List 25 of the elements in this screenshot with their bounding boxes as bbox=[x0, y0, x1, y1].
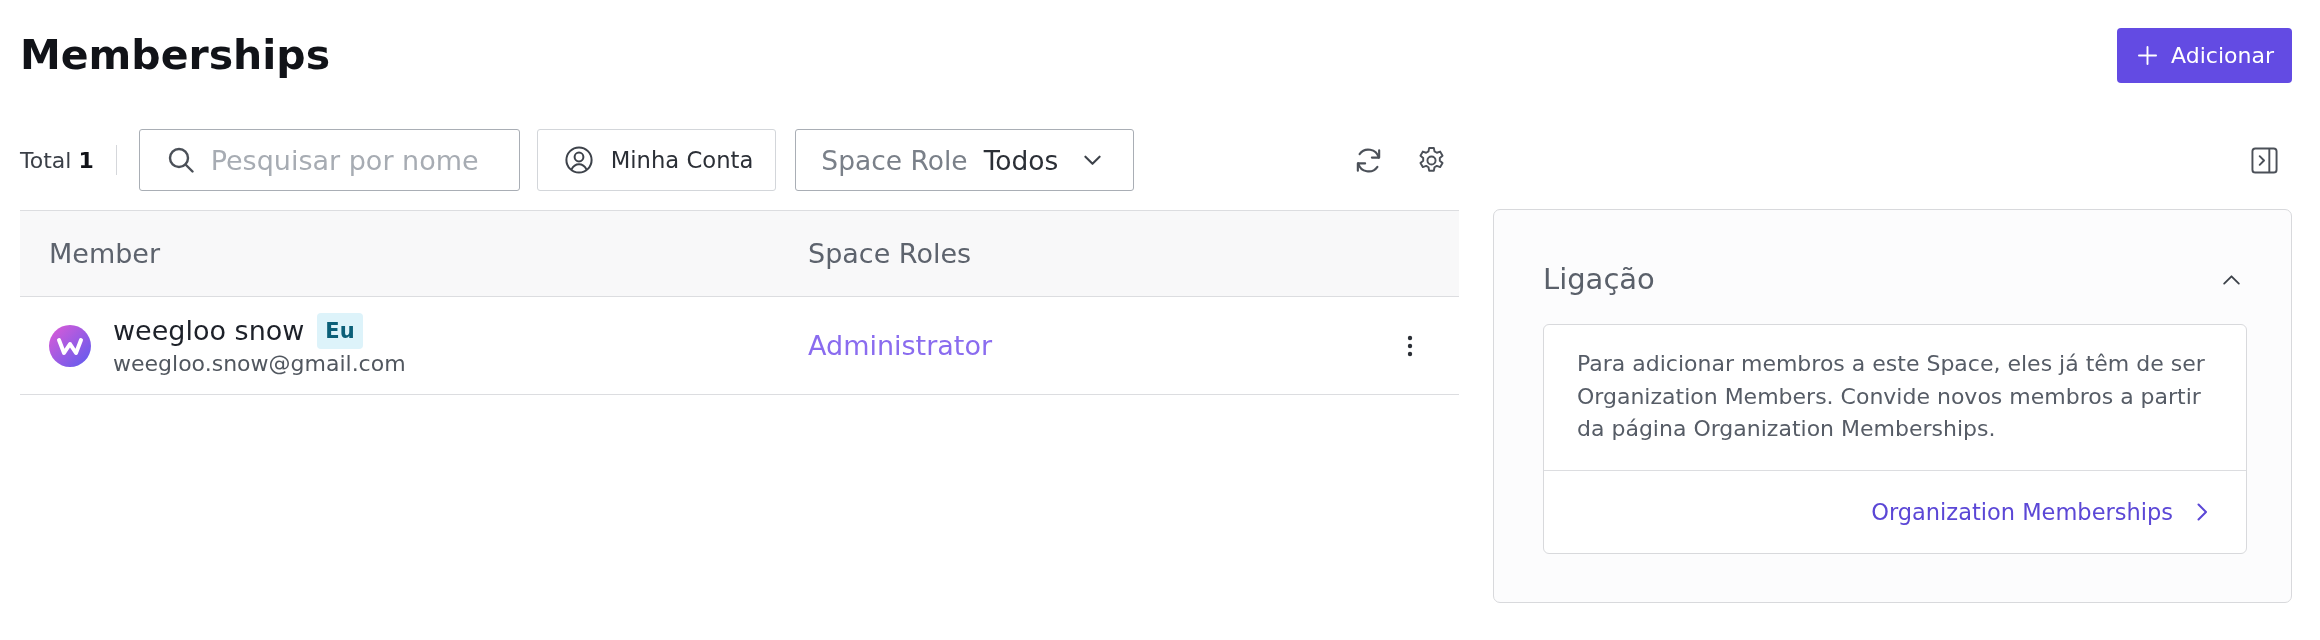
total-count: Total 1 bbox=[20, 147, 94, 173]
chevron-right-icon bbox=[2197, 502, 2208, 521]
chevron-down-icon bbox=[1084, 154, 1102, 166]
role-link[interactable]: Administrator bbox=[808, 330, 993, 361]
my-account-button[interactable]: Minha Conta bbox=[536, 129, 777, 191]
panel-toggle-icon[interactable] bbox=[2251, 146, 2278, 174]
member-name: weegloo snow bbox=[113, 313, 305, 348]
avatar-icon bbox=[49, 324, 91, 367]
chevron-up-icon[interactable] bbox=[2222, 273, 2241, 285]
member-email: weegloo.snow@gmail.com bbox=[113, 349, 406, 378]
panel-title: Ligação bbox=[1543, 262, 1655, 296]
self-badge: Eu bbox=[317, 312, 363, 349]
page-title: Memberships bbox=[20, 30, 331, 81]
info-message: Para adicionar membros a este Space, eles já têm de ser Organization Members. Convide novos membros a partir da página Organization Memberships. bbox=[1576, 350, 2206, 443]
user-icon bbox=[564, 146, 593, 174]
search-field[interactable]: Pesquisar por nome bbox=[138, 129, 520, 191]
search-icon bbox=[167, 147, 194, 173]
space-role-dropdown[interactable]: Space Role Todos bbox=[795, 129, 1135, 191]
more-options-icon[interactable] bbox=[1407, 334, 1413, 357]
settings-icon[interactable] bbox=[1417, 145, 1446, 175]
add-button[interactable]: Adicionar bbox=[2117, 28, 2292, 83]
column-header: Member bbox=[48, 238, 162, 269]
column-header: Space Roles bbox=[807, 238, 973, 269]
organization-memberships-link[interactable]: Organization Memberships bbox=[1871, 498, 2208, 525]
plus-icon bbox=[2138, 46, 2158, 65]
